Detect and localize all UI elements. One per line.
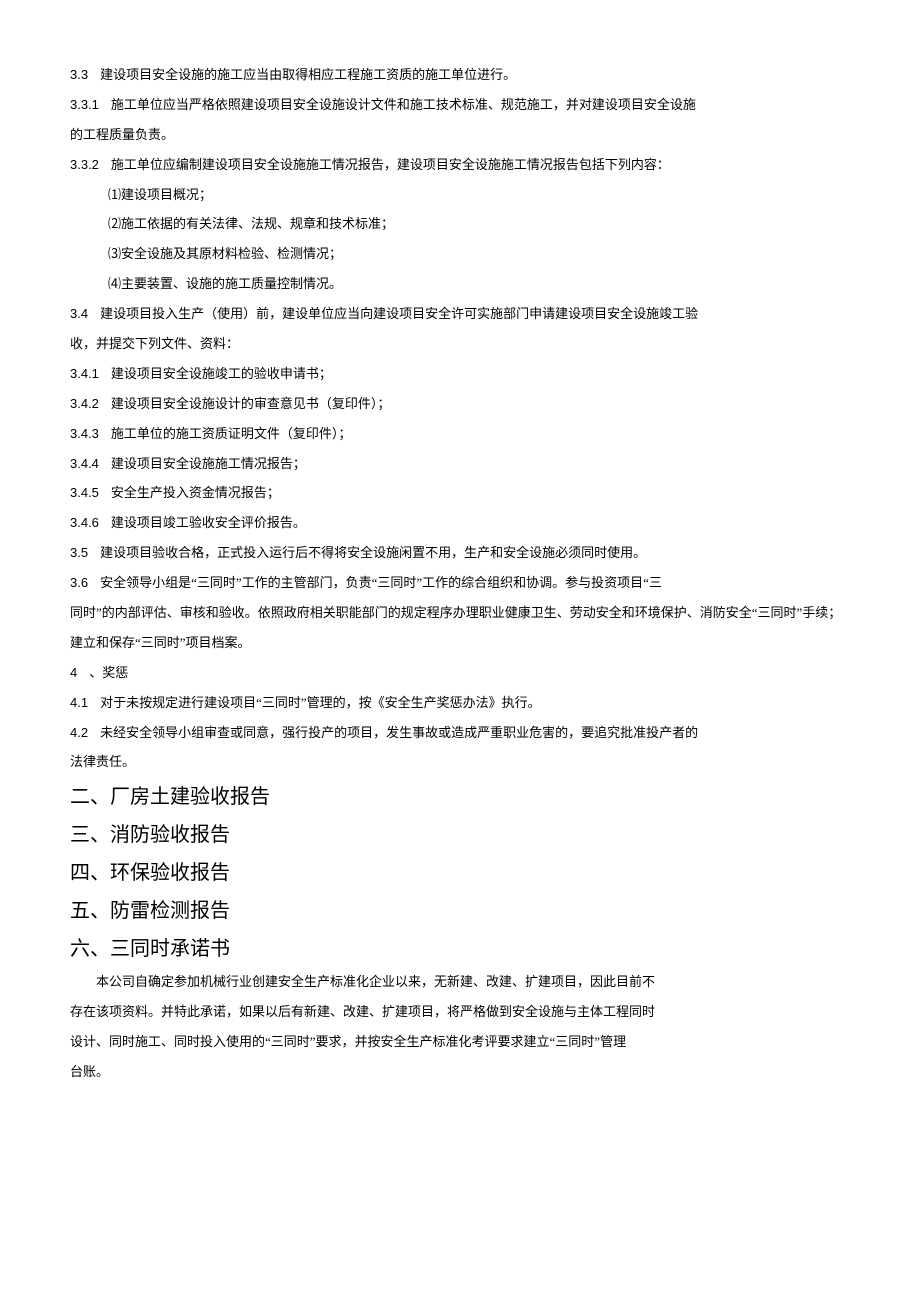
- heading-5: 五、防雷检测报告: [70, 893, 850, 929]
- clause-number: 4: [70, 665, 77, 680]
- clause-text: 收，并提交下列文件、资料：: [70, 336, 239, 351]
- heading-4: 四、环保验收报告: [70, 855, 850, 891]
- clause-3-4-6: 3.4.6 建设项目竣工验收安全评价报告。: [70, 508, 850, 538]
- clause-text: 施工单位的施工资质证明文件（复印件）；: [111, 426, 352, 441]
- clause-3-4-3: 3.4.3 施工单位的施工资质证明文件（复印件）；: [70, 419, 850, 449]
- clause-number: 3.4.5: [70, 485, 99, 500]
- clause-3-3: 3.3 建设项目安全设施的施工应当由取得相应工程施工资质的施工单位进行。: [70, 60, 850, 90]
- list-item-text: ⑷主要装置、设施的施工质量控制情况。: [108, 276, 342, 291]
- clause-3-4-2: 3.4.2 建设项目安全设施设计的审查意见书（复印件）；: [70, 389, 850, 419]
- commitment-line-2: 存在该项资料。并特此承诺，如果以后有新建、改建、扩建项目，将严格做到安全设施与主…: [70, 997, 850, 1027]
- heading-3: 三、消防验收报告: [70, 817, 850, 853]
- clause-text: 建设项目安全设施竣工的验收申请书；: [111, 366, 332, 381]
- clause-number: 3.4.4: [70, 456, 99, 471]
- clause-number: 3.4.6: [70, 515, 99, 530]
- document-body: 3.3 建设项目安全设施的施工应当由取得相应工程施工资质的施工单位进行。 3.3.…: [70, 60, 850, 1087]
- clause-text: 建设项目竣工验收安全评价报告。: [111, 515, 306, 530]
- clause-4-2: 4.2 未经安全领导小组审查或同意，强行投产的项目，发生事故或造成严重职业危害的，…: [70, 718, 850, 748]
- clause-3-3-2-item-2: ⑵施工依据的有关法律、法规、规章和技术标准；: [70, 209, 850, 239]
- clause-3-3-1-cont: 的工程质量负责。: [70, 120, 850, 150]
- clause-3-3-2-item-1: ⑴建设项目概况；: [70, 180, 850, 210]
- clause-text: 法律责任。: [70, 754, 135, 769]
- heading-6: 六、三同时承诺书: [70, 931, 850, 967]
- clause-number: 4.2: [70, 725, 88, 740]
- clause-text: 建设项目安全设施的施工应当由取得相应工程施工资质的施工单位进行。: [100, 67, 516, 82]
- clause-3-4: 3.4 建设项目投入生产（使用）前，建设单位应当向建设项目安全许可实施部门申请建设…: [70, 299, 850, 329]
- clause-text: 同时”的内部评估、审核和验收。依照政府相关职能部门的规定程序办理职业健康卫生、劳…: [70, 605, 841, 650]
- commitment-line-4: 台账。: [70, 1057, 850, 1087]
- clause-3-6-cont: 同时”的内部评估、审核和验收。依照政府相关职能部门的规定程序办理职业健康卫生、劳…: [70, 598, 850, 658]
- clause-3-4-1: 3.4.1 建设项目安全设施竣工的验收申请书；: [70, 359, 850, 389]
- clause-4-2-cont: 法律责任。: [70, 747, 850, 777]
- clause-3-5: 3.5 建设项目验收合格，正式投入运行后不得将安全设施闲置不用，生产和安全设施必须…: [70, 538, 850, 568]
- clause-text: 建设项目投入生产（使用）前，建设单位应当向建设项目安全许可实施部门申请建设项目安…: [100, 306, 698, 321]
- clause-4: 4 、奖惩: [70, 658, 850, 688]
- clause-text: 建设项目安全设施施工情况报告；: [111, 456, 306, 471]
- clause-text: 建设项目验收合格，正式投入运行后不得将安全设施闲置不用，生产和安全设施必须同时使…: [100, 545, 646, 560]
- clause-text: 、奖惩: [89, 665, 128, 680]
- clause-3-3-2-item-3: ⑶安全设施及其原材料检验、检测情况；: [70, 239, 850, 269]
- commitment-line-1: 本公司自确定参加机械行业创建安全生产标准化企业以来，无新建、改建、扩建项目，因此…: [70, 967, 850, 997]
- clause-number: 3.3: [70, 67, 88, 82]
- commitment-line-3: 设计、同时施工、同时投入使用的“三同时”要求，并按安全生产标准化考评要求建立“三…: [70, 1027, 850, 1057]
- clause-3-3-2: 3.3.2 施工单位应编制建设项目安全设施施工情况报告，建设项目安全设施施工情况报…: [70, 150, 850, 180]
- clause-number: 3.6: [70, 575, 88, 590]
- clause-text: 的工程质量负责。: [70, 127, 174, 142]
- clause-number: 3.3.2: [70, 157, 99, 172]
- list-item-text: ⑵施工依据的有关法律、法规、规章和技术标准；: [108, 216, 394, 231]
- clause-4-1: 4.1 对于未按规定进行建设项目“三同时”管理的，按《安全生产奖惩办法》执行。: [70, 688, 850, 718]
- clause-text: 施工单位应当严格依照建设项目安全设施设计文件和施工技术标准、规范施工，并对建设项…: [111, 97, 696, 112]
- clause-number: 3.4.1: [70, 366, 99, 381]
- clause-3-3-1: 3.3.1 施工单位应当严格依照建设项目安全设施设计文件和施工技术标准、规范施工，…: [70, 90, 850, 120]
- clause-text: 安全领导小组是“三同时”工作的主管部门，负责“三同时”工作的综合组织和协调。参与…: [100, 575, 662, 590]
- clause-number: 3.3.1: [70, 97, 99, 112]
- clause-3-3-2-item-4: ⑷主要装置、设施的施工质量控制情况。: [70, 269, 850, 299]
- clause-text: 施工单位应编制建设项目安全设施施工情况报告，建设项目安全设施施工情况报告包括下列…: [111, 157, 670, 172]
- heading-2: 二、厂房土建验收报告: [70, 779, 850, 815]
- clause-text: 建设项目安全设施设计的审查意见书（复印件）；: [111, 396, 391, 411]
- clause-text: 安全生产投入资金情况报告；: [111, 485, 280, 500]
- clause-number: 4.1: [70, 695, 88, 710]
- clause-3-4-5: 3.4.5 安全生产投入资金情况报告；: [70, 478, 850, 508]
- clause-3-4-4: 3.4.4 建设项目安全设施施工情况报告；: [70, 449, 850, 479]
- clause-3-4-cont: 收，并提交下列文件、资料：: [70, 329, 850, 359]
- clause-number: 3.4.3: [70, 426, 99, 441]
- clause-number: 3.4: [70, 306, 88, 321]
- clause-text: 未经安全领导小组审查或同意，强行投产的项目，发生事故或造成严重职业危害的，要追究…: [100, 725, 698, 740]
- list-item-text: ⑶安全设施及其原材料检验、检测情况；: [108, 246, 342, 261]
- clause-number: 3.5: [70, 545, 88, 560]
- clause-text: 对于未按规定进行建设项目“三同时”管理的，按《安全生产奖惩办法》执行。: [100, 695, 541, 710]
- clause-3-6: 3.6 安全领导小组是“三同时”工作的主管部门，负责“三同时”工作的综合组织和协调…: [70, 568, 850, 598]
- list-item-text: ⑴建设项目概况；: [108, 187, 212, 202]
- clause-number: 3.4.2: [70, 396, 99, 411]
